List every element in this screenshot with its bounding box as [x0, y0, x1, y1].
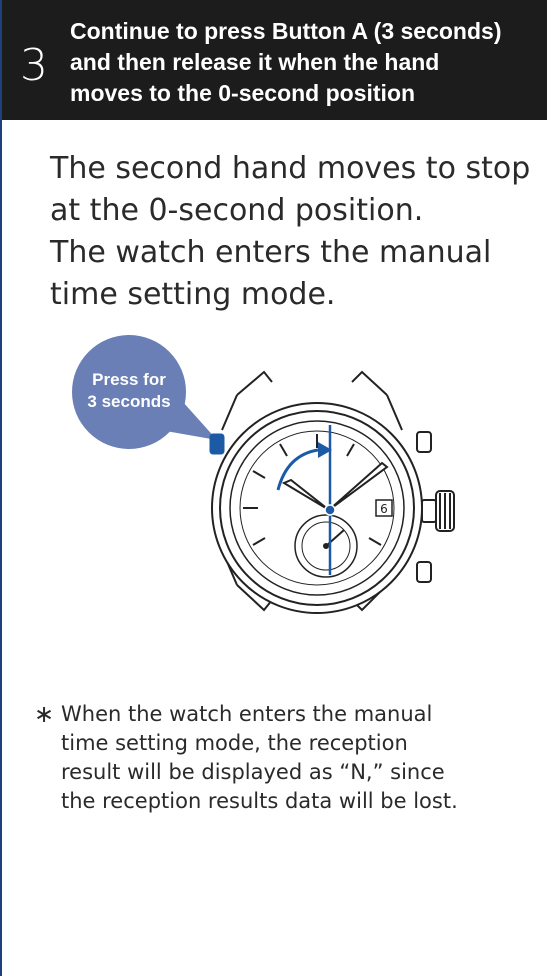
note-line: When the watch enters the manual: [61, 702, 433, 726]
description-line: at the 0-second position.: [50, 193, 424, 228]
svg-text:6: 6: [380, 502, 388, 516]
description-line: The second hand moves to stop: [50, 151, 531, 186]
callout-line: 3 seconds: [87, 392, 170, 411]
step-header: 3 Continue to press Button A (3 seconds)…: [2, 0, 547, 120]
callout-line: Press for: [92, 370, 166, 389]
step-title-line: Continue to press Button A (3 seconds): [70, 18, 502, 44]
step-title: Continue to press Button A (3 seconds) a…: [70, 16, 540, 109]
step-title-line: and then release it when the hand: [70, 49, 440, 75]
description-line: time setting mode.: [50, 277, 336, 312]
button-a: [209, 433, 225, 455]
note-text: When the watch enters the manual time se…: [61, 700, 458, 816]
watch-illustration: Press for 3 seconds 6: [72, 335, 455, 614]
subdial: [294, 514, 358, 578]
note-line: the reception results data will be lost.: [61, 789, 458, 813]
press-callout: Press for 3 seconds: [72, 335, 217, 449]
instruction-page: 3 Continue to press Button A (3 seconds)…: [0, 0, 547, 976]
step-description: The second hand moves to stop at the 0-s…: [50, 148, 530, 316]
note-line: time setting mode, the reception: [61, 731, 408, 755]
step-number: 3: [20, 40, 48, 91]
date-window: 6: [375, 499, 393, 517]
note-line: result will be displayed as “N,” since: [61, 760, 445, 784]
note-asterisk: ∗: [34, 700, 55, 728]
step-title-line: moves to the 0-second position: [70, 80, 416, 106]
description-line: The watch enters the manual: [50, 235, 492, 270]
